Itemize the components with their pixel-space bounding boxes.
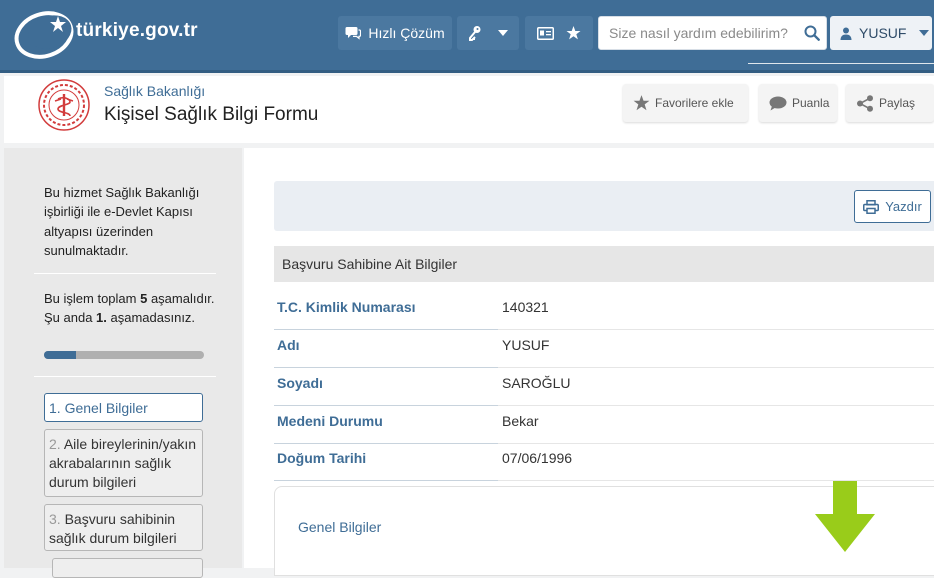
comment-icon [769,96,787,110]
top-navbar: türkiye.gov.tr Hızlı Çözüm Size nasıl ya… [0,0,934,73]
key-icon [469,26,481,41]
info-label: T.C. Kimlik Numarası [277,299,416,315]
steps-note-pre: Bu işlem toplam [44,291,141,306]
step-number: 1. [49,400,61,416]
info-value: SAROĞLU [502,375,571,391]
step-label: Aile bireylerinin/yakın akrabalarının sa… [49,436,197,490]
print-button[interactable]: Yazdır [854,190,931,223]
quick-solution-button[interactable]: Hızlı Çözüm [338,16,452,50]
steps-note: Bu işlem toplam 5 aşamalıdır. Şu anda 1.… [44,289,216,328]
info-label: Soyadı [277,375,323,391]
share-icon [857,94,873,112]
info-label: Medeni Durumu [277,413,383,429]
print-label: Yazdır [885,199,922,214]
step-aile-saglik[interactable]: 2. Aile bireylerinin/yakın akrabalarının… [44,429,203,497]
share-button[interactable]: Paylaş [846,84,934,122]
main-content: Yazdır Başvuru Sahibine Ait Bilgiler T.C… [244,148,934,576]
section-heading: Başvuru Sahibine Ait Bilgiler [274,246,934,282]
star-icon [633,95,650,111]
service-header: Sağlık Bakanlığı Kişisel Sağlık Bilgi Fo… [4,76,934,143]
info-label: Doğum Tarihi [277,450,367,466]
sidebar: Bu hizmet Sağlık Bakanlığı işbirliği ile… [4,148,242,578]
id-card-button[interactable] [525,16,593,50]
step-label: Başvuru sahibinin sağlık durum bilgileri [49,511,177,546]
id-card-icon [537,26,554,40]
rate-label: Puanla [792,96,830,110]
step-genel-bilgiler[interactable]: 1. Genel Bilgiler [44,393,203,422]
chat-icon [345,27,362,40]
general-info-link[interactable]: Genel Bilgiler [298,519,381,535]
search-box [598,16,827,50]
general-info-card: Genel Bilgiler [274,481,934,576]
info-value: 140321 [502,299,549,315]
user-menu-button[interactable]: YUSUF [830,16,932,50]
info-label: Adı [277,337,300,353]
crescent-star-logo-icon [14,11,74,59]
user-icon [840,27,852,40]
step-basvuru-saglik[interactable]: 3. Başvuru sahibinin sağlık durum bilgil… [44,504,203,551]
steps-note-post: aşamadasınız. [106,310,196,326]
info-row-surname: Soyadı SAROĞLU [274,368,934,406]
service-note: Bu hizmet Sağlık Bakanlığı işbirliği ile… [44,185,200,258]
steps-current: 1. [96,310,107,326]
sidebar-divider [34,273,216,274]
rate-button[interactable]: Puanla [759,84,837,122]
chevron-down-icon [919,30,930,36]
info-value: Bekar [502,413,539,429]
step-number: 2. [49,436,61,452]
progress-fill [44,351,76,359]
search-icon[interactable] [804,25,820,41]
user-underline [748,63,934,64]
info-row-name: Adı YUSUF [274,330,934,368]
chevron-down-icon [498,30,508,36]
user-name: YUSUF [859,25,907,41]
info-row-tckn: T.C. Kimlik Numarası 140321 [274,292,934,330]
step-number: 3. [49,511,61,527]
turkiye-gov-logo[interactable]: türkiye.gov.tr [14,8,220,60]
key-menu-button[interactable] [457,16,519,50]
progress-bar [44,351,204,359]
ministry-of-health-logo-icon [38,79,90,131]
sidebar-divider [34,376,216,377]
row-divider [274,480,498,481]
info-value: YUSUF [502,337,550,353]
add-favorite-button[interactable]: Favorilere ekle [623,84,748,122]
info-row-marital: Medeni Durumu Bekar [274,406,934,444]
ministry-name[interactable]: Sağlık Bakanlığı [104,83,205,99]
page-title: Kişisel Sağlık Bilgi Formu [104,104,319,125]
printer-icon [863,199,880,214]
info-row-birthdate: Doğum Tarihi 07/06/1996 [274,443,934,481]
search-input[interactable] [599,17,794,49]
favorites-label: Favorilere ekle [655,96,734,110]
star-icon [566,26,581,40]
step-next-partial[interactable] [52,558,203,578]
quick-solution-label: Hızlı Çözüm [368,25,445,41]
logo-text: türkiye.gov.tr [76,20,198,41]
form-toolbar: Yazdır [274,181,934,231]
arrow-down-icon [815,481,875,552]
share-label: Paylaş [879,96,916,110]
info-value: 07/06/1996 [502,450,573,466]
step-label: Genel Bilgiler [64,400,148,416]
